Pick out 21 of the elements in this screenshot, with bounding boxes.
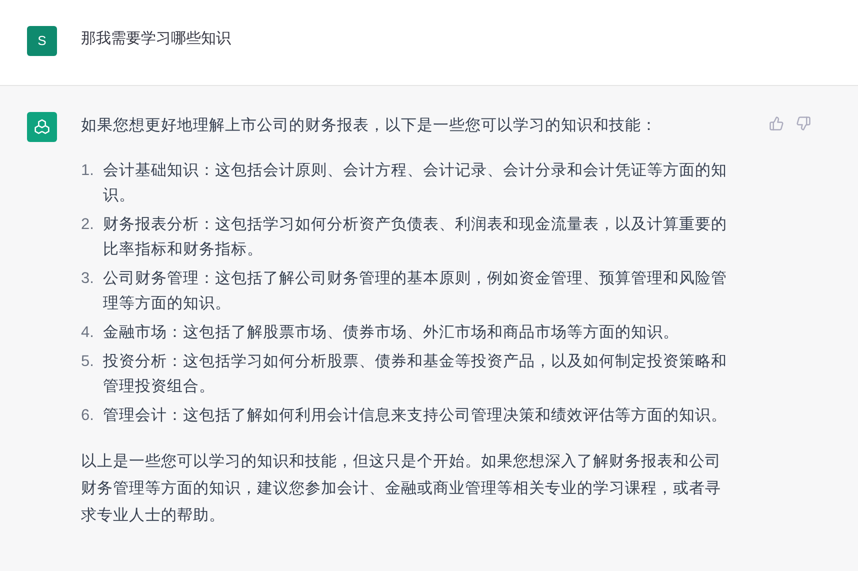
user-message: 那我需要学习哪些知识 xyxy=(81,29,231,49)
intro-paragraph: 如果您想更好地理解上市公司的财务报表，以下是一些您可以学习的知识和技能： xyxy=(81,116,658,136)
list-item-text: 投资分析：这包括学习如何分析股票、债券和基金等投资产品，以及如何制定投资策略和管理投资组合。 xyxy=(103,352,728,397)
thumbs-up-button[interactable] xyxy=(769,114,784,132)
list-item-text: 管理会计：这包括了解如何利用会计信息来支持公司管理决策和绩效评估等方面的知识。 xyxy=(103,406,728,426)
list-number: 4. xyxy=(81,323,95,343)
thumbs-down-button[interactable] xyxy=(796,114,811,132)
list-item-text: 财务报表分析：这包括学习如何分析资产负债表、利润表和现金流量表，以及计算重要的比率指标和财务指标。 xyxy=(103,215,728,260)
list-number: 1. xyxy=(81,161,95,181)
thumbs-down-icon xyxy=(796,116,811,130)
list-number: 6. xyxy=(81,406,95,426)
closing-paragraph: 以上是一些您可以学习的知识和技能，但这只是个开始。如果您想深入了解财务报表和公司财务管理等方面的知识，建议您参加会计、金融或商业管理等相关专业的学习课程，或者寻求专业人士的帮助。 xyxy=(81,452,722,526)
user-avatar: S xyxy=(27,26,57,56)
list-number: 2. xyxy=(81,215,95,235)
logo-icon xyxy=(32,117,52,137)
list-number: 3. xyxy=(81,269,95,289)
list-number: 5. xyxy=(81,352,95,372)
list-item-text: 金融市场：这包括了解股票市场、债券市场、外汇市场和商品市场等方面的知识。 xyxy=(103,323,680,343)
list-item-text: 公司财务管理：这包括了解公司财务管理的基本原则，例如资金管理、预算管理和风险管理等方面的知识。 xyxy=(103,269,728,314)
thumbs-up-icon xyxy=(769,116,784,130)
list-item-text: 会计基础知识：这包括会计原则、会计方程、会计记录、会计分录和会计凭证等方面的知识。 xyxy=(103,161,728,206)
